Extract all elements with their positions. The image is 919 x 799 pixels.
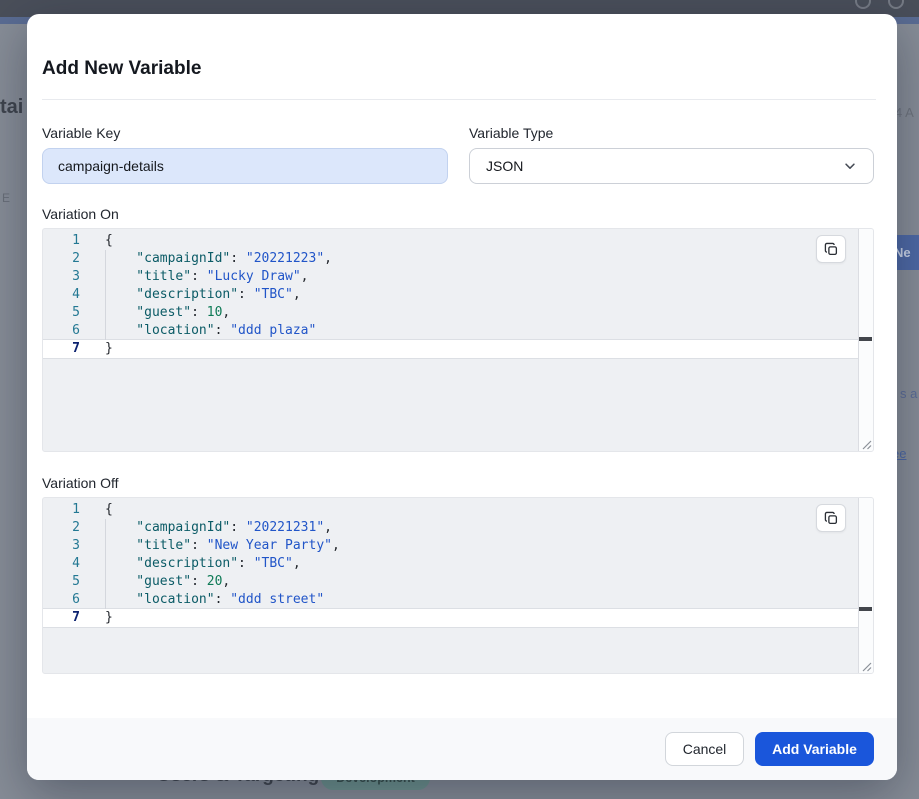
line-number: 6 (43, 322, 89, 340)
variation-on-code-editor[interactable]: 1{2"campaignId": "20221223",3"title": "L… (42, 228, 874, 452)
background-count-fragment: 4 A (895, 105, 914, 120)
background-text-fragment: s a (900, 386, 917, 401)
line-number: 7 (43, 340, 89, 358)
code-text: "campaignId": "20221231", (89, 519, 332, 537)
copy-button[interactable] (816, 235, 846, 263)
code-text: "description": "TBC", (89, 555, 301, 573)
variable-type-select[interactable]: JSON (469, 148, 874, 184)
code-text: "campaignId": "20221223", (89, 250, 332, 268)
code-text: "guest": 20, (89, 573, 230, 591)
copy-icon (824, 242, 839, 257)
add-variable-button[interactable]: Add Variable (755, 732, 874, 766)
indent-guide (105, 286, 136, 304)
code-text: "location": "ddd street" (89, 591, 324, 609)
indent-guide (105, 250, 136, 268)
code-line-7[interactable]: 7} (43, 609, 858, 627)
modal-footer: Cancel Add Variable (27, 718, 897, 780)
line-number: 2 (43, 250, 89, 268)
variable-key-input[interactable] (42, 148, 448, 184)
resize-grip-icon[interactable] (860, 438, 872, 450)
line-number: 3 (43, 537, 89, 555)
indent-guide (105, 519, 136, 537)
editor-scrollbar[interactable] (858, 229, 873, 451)
code-text: "title": "Lucky Draw", (89, 268, 309, 286)
code-line-3[interactable]: 3"title": "Lucky Draw", (43, 268, 858, 286)
code-text: "description": "TBC", (89, 286, 301, 304)
code-line-5[interactable]: 5"guest": 20, (43, 573, 858, 591)
code-line-1[interactable]: 1{ (43, 501, 858, 519)
navbar-avatar-icon (855, 0, 871, 9)
scrollbar-thumb[interactable] (859, 607, 872, 611)
variation-on-label: Variation On (42, 206, 119, 222)
chevron-down-icon (843, 159, 857, 173)
resize-grip-icon[interactable] (860, 660, 872, 672)
variable-type-value: JSON (486, 158, 523, 174)
code-text: "title": "New Year Party", (89, 537, 340, 555)
scrollbar-thumb[interactable] (859, 337, 872, 341)
line-number: 5 (43, 573, 89, 591)
indent-guide (105, 322, 136, 340)
code-text: { (89, 232, 113, 250)
modal-title: Add New Variable (42, 58, 201, 80)
line-number: 1 (43, 501, 89, 519)
variable-type-label: Variable Type (469, 125, 553, 141)
code-text: } (89, 340, 113, 358)
editor-scrollbar[interactable] (858, 498, 873, 673)
copy-icon (824, 511, 839, 526)
code-line-6[interactable]: 6"location": "ddd plaza" (43, 322, 858, 340)
code-line-7[interactable]: 7} (43, 340, 858, 358)
code-lines: 1{2"campaignId": "20221231",3"title": "N… (43, 501, 858, 627)
code-line-3[interactable]: 3"title": "New Year Party", (43, 537, 858, 555)
indent-guide (105, 304, 136, 322)
line-number: 5 (43, 304, 89, 322)
code-lines: 1{2"campaignId": "20221223",3"title": "L… (43, 232, 858, 358)
line-number: 6 (43, 591, 89, 609)
indent-guide (105, 555, 136, 573)
code-line-1[interactable]: 1{ (43, 232, 858, 250)
line-number: 3 (43, 268, 89, 286)
code-text: "location": "ddd plaza" (89, 322, 316, 340)
indent-guide (105, 268, 136, 286)
code-line-5[interactable]: 5"guest": 10, (43, 304, 858, 322)
indent-guide (105, 537, 136, 555)
cancel-button[interactable]: Cancel (665, 732, 744, 766)
line-number: 1 (43, 232, 89, 250)
navbar-avatar-icon (888, 0, 904, 9)
line-number: 4 (43, 286, 89, 304)
code-line-2[interactable]: 2"campaignId": "20221231", (43, 519, 858, 537)
line-number: 4 (43, 555, 89, 573)
line-number: 7 (43, 609, 89, 627)
code-text: { (89, 501, 113, 519)
code-text: "guest": 10, (89, 304, 230, 322)
copy-button[interactable] (816, 504, 846, 532)
code-line-4[interactable]: 4"description": "TBC", (43, 286, 858, 304)
variation-off-code-editor[interactable]: 1{2"campaignId": "20221231",3"title": "N… (42, 497, 874, 674)
line-number: 2 (43, 519, 89, 537)
code-text: } (89, 609, 113, 627)
add-new-variable-modal: Add New Variable Variable Key Variable T… (27, 14, 897, 780)
variation-off-label: Variation Off (42, 475, 119, 491)
background-label-fragment: E (2, 191, 11, 205)
code-line-4[interactable]: 4"description": "TBC", (43, 555, 858, 573)
code-line-6[interactable]: 6"location": "ddd street" (43, 591, 858, 609)
title-divider (42, 99, 876, 100)
code-line-2[interactable]: 2"campaignId": "20221223", (43, 250, 858, 268)
variable-key-label: Variable Key (42, 125, 120, 141)
indent-guide (105, 573, 136, 591)
background-page-title-fragment: tai (0, 96, 23, 119)
indent-guide (105, 591, 136, 609)
